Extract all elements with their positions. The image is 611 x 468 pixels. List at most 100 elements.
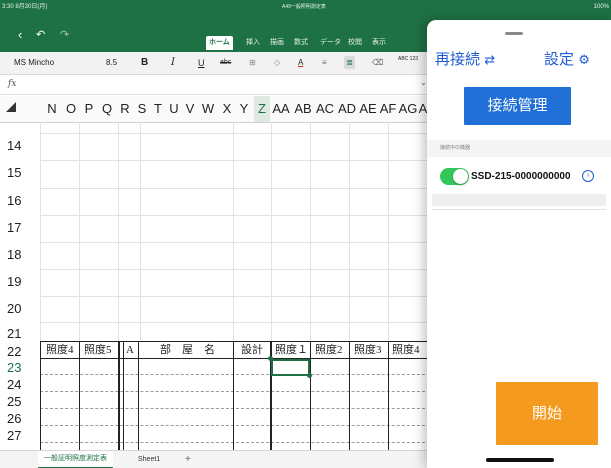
tab-home[interactable]: ホーム — [206, 36, 233, 50]
table-border — [123, 341, 124, 450]
column-header[interactable]: T — [150, 96, 166, 122]
connection-panel: 再接続 ⇄ 設定 ⚙ 接続管理 接続中の機器 SSD-215-000000000… — [427, 20, 611, 468]
row-header[interactable]: 18 — [0, 247, 47, 262]
table-divider — [40, 425, 440, 426]
column-header[interactable]: W — [199, 96, 217, 122]
detail-chevron-icon[interactable]: › — [582, 170, 594, 182]
table-border — [138, 341, 139, 450]
column-header[interactable]: AD — [336, 96, 358, 122]
bold-button[interactable]: B — [141, 52, 148, 74]
row-header[interactable]: 14 — [0, 138, 47, 153]
row-header[interactable]: 19 — [0, 274, 47, 289]
tab-view[interactable]: 表示 — [372, 36, 386, 50]
grid-line — [40, 322, 440, 323]
toggle-knob — [453, 169, 468, 184]
row-header[interactable]: 22 — [0, 344, 47, 359]
column-header[interactable]: AC — [314, 96, 336, 122]
device-toggle[interactable] — [440, 168, 469, 185]
table-cell[interactable]: 部 屋 名 — [160, 341, 215, 360]
column-header[interactable]: N — [44, 96, 60, 122]
tab-draw[interactable]: 描画 — [270, 36, 284, 50]
panel-grabber[interactable] — [505, 32, 523, 35]
select-all-corner-icon[interactable] — [6, 102, 16, 112]
column-header[interactable]: R — [117, 96, 133, 122]
table-cell[interactable]: 照度4 — [392, 341, 420, 360]
tab-formulas[interactable]: 数式 — [294, 36, 308, 50]
row-header[interactable]: 26 — [0, 411, 47, 426]
grid-line — [349, 122, 350, 342]
grid-line — [40, 215, 440, 216]
sheet-tab-active[interactable]: 一般証明照度測定表 — [38, 451, 113, 468]
strikethrough-button[interactable]: abc — [220, 52, 231, 74]
column-header-selected[interactable]: Z — [254, 96, 270, 122]
clear-format-icon[interactable]: ⌫ — [372, 52, 383, 74]
row-header[interactable]: 20 — [0, 301, 47, 316]
row-header[interactable]: 17 — [0, 220, 47, 235]
column-header[interactable]: AA — [270, 96, 292, 122]
number-format-button[interactable]: ABC 123 — [398, 55, 418, 64]
row-header[interactable]: 15 — [0, 165, 47, 180]
table-cell[interactable]: 照度3 — [354, 341, 382, 360]
table-cell[interactable]: A — [126, 341, 134, 360]
grid-line — [40, 269, 440, 270]
column-header[interactable]: AF — [378, 96, 398, 122]
underline-button[interactable]: U — [198, 52, 205, 74]
tab-insert[interactable]: 挿入 — [246, 36, 260, 50]
row-header[interactable]: 25 — [0, 394, 47, 409]
wrap-text-icon[interactable]: ≣ — [344, 56, 355, 69]
font-name-select[interactable]: MS Mincho — [14, 52, 54, 74]
status-bar: 3:30 8月30日(月) A49一般照明測定表 100% — [0, 0, 611, 14]
column-header[interactable]: AE — [358, 96, 378, 122]
row-header[interactable]: 24 — [0, 377, 47, 392]
table-divider — [40, 442, 440, 443]
connection-management-button[interactable]: 接続管理 — [464, 87, 571, 125]
align-icon[interactable]: ≡ — [322, 52, 327, 74]
table-border — [310, 341, 311, 450]
table-cell[interactable]: 照度2 — [315, 341, 343, 360]
table-cell[interactable]: 照度１ — [275, 341, 308, 360]
selection-handle[interactable] — [268, 356, 273, 361]
gear-icon: ⚙ — [578, 52, 590, 67]
table-cell[interactable]: 照度4 — [46, 341, 74, 360]
table-cell[interactable]: 設計 — [241, 341, 263, 360]
column-header[interactable]: U — [166, 96, 182, 122]
font-color-button[interactable]: A — [298, 52, 303, 74]
row-header-selected[interactable]: 23 — [0, 360, 47, 375]
table-cell[interactable]: 照度5 — [84, 341, 112, 360]
column-header[interactable]: O — [63, 96, 79, 122]
tab-review[interactable]: 校閲 — [348, 36, 362, 50]
italic-button[interactable]: I — [171, 52, 175, 74]
chevron-down-icon[interactable]: ⌄ — [420, 78, 427, 87]
battery-level: 100% — [593, 4, 609, 10]
column-header[interactable]: Y — [236, 96, 252, 122]
selection-handle[interactable] — [307, 373, 312, 378]
reconnect-button[interactable]: 再接続 ⇄ — [435, 48, 495, 69]
redo-icon[interactable]: ↷ — [60, 29, 69, 42]
undo-icon[interactable]: ↶ — [36, 29, 45, 42]
start-button[interactable]: 開始 — [496, 382, 598, 445]
reconnect-label: 再接続 — [435, 51, 481, 68]
settings-button[interactable]: 設定 ⚙ — [544, 48, 590, 69]
grid-line — [40, 296, 440, 297]
grid-line — [79, 122, 80, 342]
column-header[interactable]: Q — [99, 96, 115, 122]
row-header[interactable]: 27 — [0, 428, 47, 443]
sheet-tab[interactable]: Sheet1 — [138, 451, 160, 468]
column-header[interactable]: V — [182, 96, 198, 122]
tab-data[interactable]: データ — [320, 36, 341, 50]
device-row[interactable]: SSD-215-0000000000 › — [427, 164, 611, 192]
fill-color-icon[interactable]: ◇ — [274, 52, 280, 74]
list-spacer — [432, 194, 606, 206]
column-header[interactable]: AG — [398, 96, 418, 122]
row-header[interactable]: 16 — [0, 193, 47, 208]
column-header[interactable]: AB — [292, 96, 314, 122]
font-size-select[interactable]: 8.5 — [106, 52, 117, 74]
column-header[interactable]: X — [219, 96, 235, 122]
back-chevron-icon[interactable]: ‹ — [18, 28, 22, 41]
add-sheet-button[interactable]: + — [185, 451, 191, 468]
row-header[interactable]: 21 — [0, 326, 47, 341]
borders-icon[interactable]: ⊞ — [249, 52, 256, 74]
column-header[interactable]: S — [134, 96, 150, 122]
column-header[interactable]: P — [81, 96, 97, 122]
selected-cell[interactable] — [271, 359, 310, 376]
